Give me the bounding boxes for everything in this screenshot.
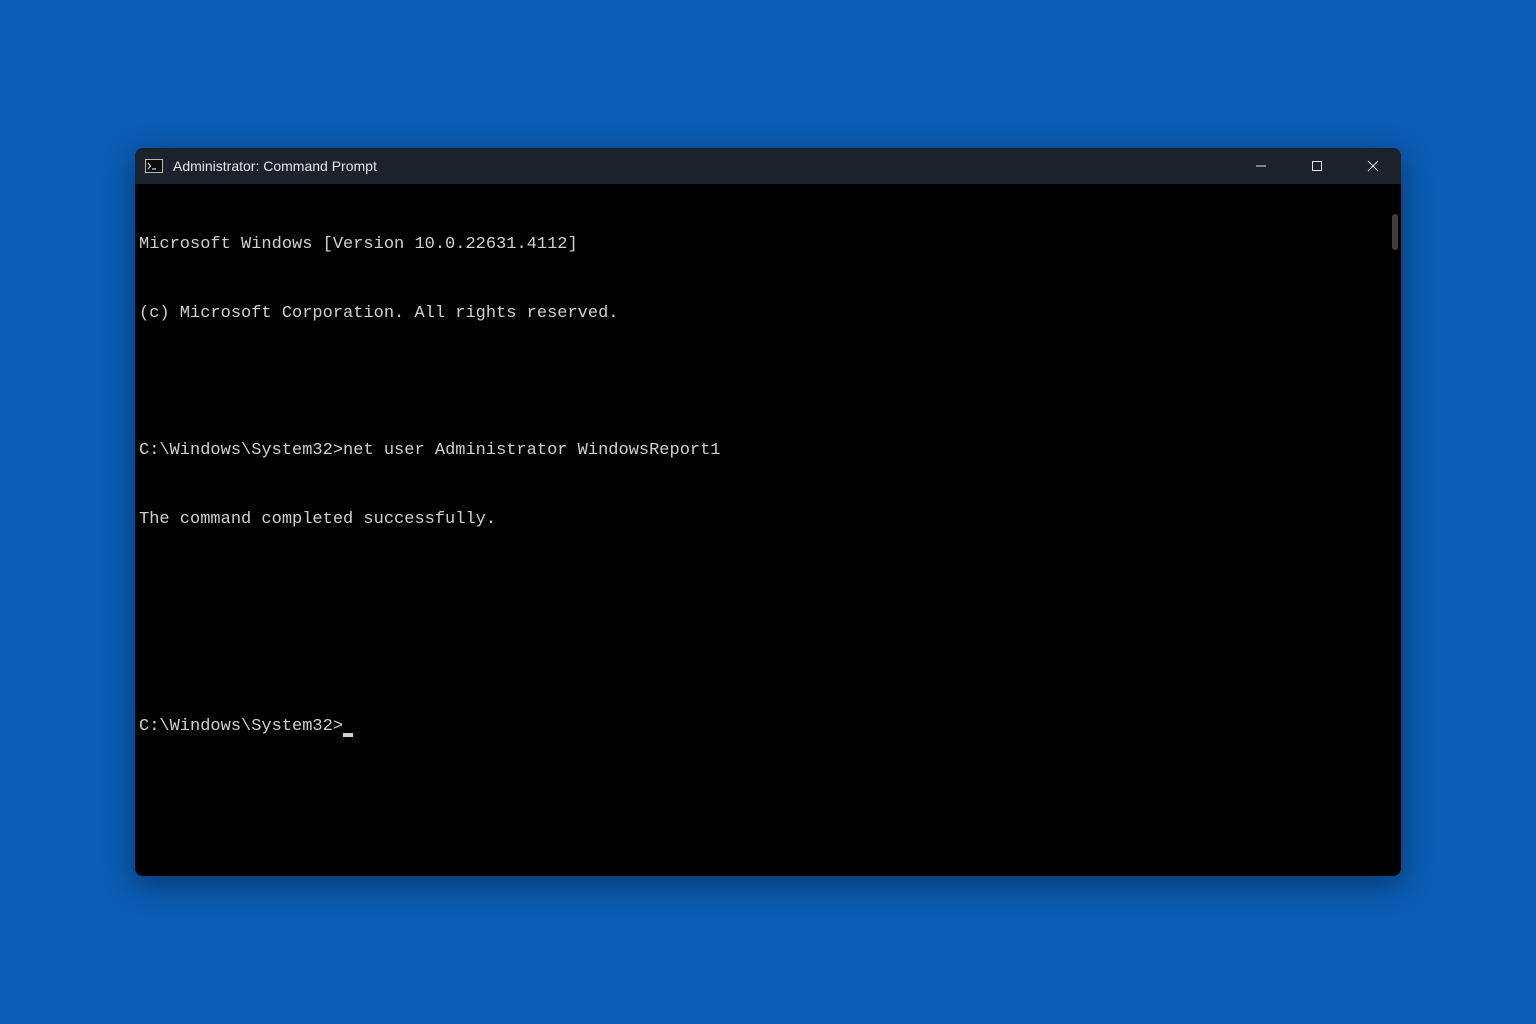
titlebar[interactable]: Administrator: Command Prompt xyxy=(135,148,1401,184)
terminal-blank xyxy=(139,372,1397,395)
command-prompt-window: Administrator: Command Prompt Microsoft xyxy=(135,148,1401,876)
terminal-content[interactable]: Microsoft Windows [Version 10.0.22631.41… xyxy=(135,184,1401,876)
minimize-button[interactable] xyxy=(1233,148,1289,184)
window-controls xyxy=(1233,148,1401,184)
terminal-line: Microsoft Windows [Version 10.0.22631.41… xyxy=(139,234,1397,257)
terminal-prompt: C:\Windows\System32> xyxy=(139,717,343,736)
close-button[interactable] xyxy=(1345,148,1401,184)
window-title: Administrator: Command Prompt xyxy=(173,158,1233,174)
terminal-prompt-line: C:\Windows\System32> xyxy=(139,716,1397,739)
terminal-blank xyxy=(139,647,1397,670)
terminal-command-line: C:\Windows\System32>net user Administrat… xyxy=(139,440,1397,463)
cursor-icon xyxy=(343,733,353,737)
terminal-line: (c) Microsoft Corporation. All rights re… xyxy=(139,303,1397,326)
terminal-output: The command completed successfully. xyxy=(139,509,1397,532)
terminal-command: net user Administrator WindowsReport1 xyxy=(343,441,720,460)
cmd-icon xyxy=(145,159,163,173)
scrollbar-thumb[interactable] xyxy=(1392,214,1398,250)
terminal-prompt: C:\Windows\System32> xyxy=(139,441,343,460)
terminal-blank xyxy=(139,578,1397,601)
maximize-button[interactable] xyxy=(1289,148,1345,184)
